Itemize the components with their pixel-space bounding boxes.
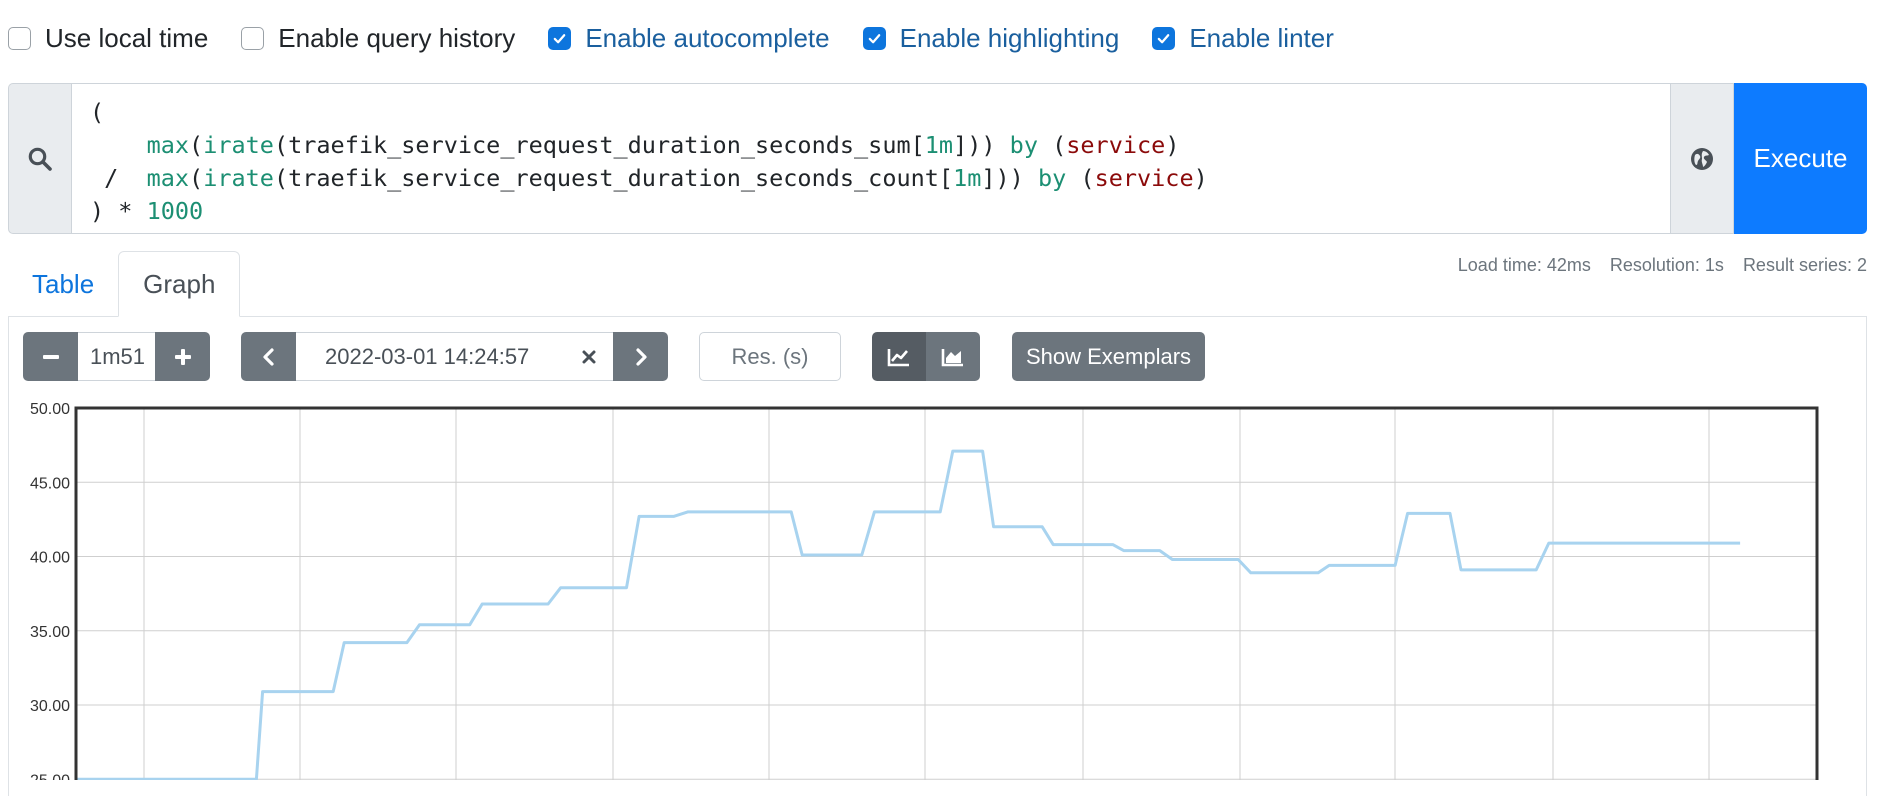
result-tabs: Table Graph [8,251,241,317]
use-local-time-label: Use local time [45,22,209,53]
execute-button[interactable]: Execute [1734,83,1867,234]
query-line-2: max(irate(traefik_service_request_durati… [146,131,1180,159]
enable-autocomplete-label: Enable autocomplete [585,22,830,53]
query-line-3: / max(irate(traefik_service_request_dura… [90,164,1208,192]
search-icon-box [8,83,71,234]
query-bar: ( max(irate(traefik_service_request_dura… [8,83,1867,234]
end-time-input[interactable]: 2022-03-01 14:24:57 [296,332,613,381]
chart-type-group [872,332,980,381]
load-time: Load time: 42ms [1457,255,1591,275]
enable-autocomplete-checkbox[interactable] [548,26,572,50]
enable-linter-checkbox[interactable] [1152,26,1176,50]
end-time-group: 2022-03-01 14:24:57 [241,332,668,381]
show-exemplars-button[interactable]: Show Exemplars [1012,332,1205,381]
tab-graph[interactable]: Graph [118,251,241,317]
graph-panel [8,316,1867,796]
increase-range-button[interactable] [155,332,210,381]
enable-linter-label: Enable linter [1189,22,1334,53]
result-series: Result series: 2 [1742,255,1867,275]
options-bar: Use local time Enable query history Enab… [0,0,1367,76]
query-line-4: ) * 1000 [90,197,204,225]
metrics-explorer-button[interactable] [1671,83,1734,234]
resolution-input[interactable]: Res. (s) [699,332,841,381]
enable-autocomplete-option[interactable]: Enable autocomplete [548,22,830,54]
enable-highlighting-label: Enable highlighting [899,22,1120,53]
range-input[interactable]: 1m51 [78,332,155,381]
enable-linter-option[interactable]: Enable linter [1152,23,1334,54]
checkmark-icon [554,33,566,43]
area-chart-icon [941,348,963,366]
query-stats: Load time: 42ms Resolution: 1s Result se… [1439,255,1867,276]
clear-icon[interactable] [581,349,597,365]
globe-icon [1691,147,1713,170]
query-expression-input[interactable]: ( max(irate(traefik_service_request_dura… [71,83,1671,234]
use-local-time-option[interactable]: Use local time [8,23,208,54]
range-group: 1m51 [23,332,210,381]
tab-table[interactable]: Table [8,251,118,317]
end-time-value: 2022-03-01 14:24:57 [325,343,530,369]
chevron-right-icon [635,347,647,366]
minus-icon [42,354,59,359]
stacked-chart-button[interactable] [926,332,980,381]
checkmark-icon [1158,33,1170,43]
checkmark-icon [868,33,880,43]
decrease-range-button[interactable] [23,332,78,381]
enable-highlighting-option[interactable]: Enable highlighting [862,22,1120,54]
enable-highlighting-checkbox[interactable] [862,26,886,50]
enable-query-history-label: Enable query history [278,22,516,53]
next-time-button[interactable] [613,332,668,381]
resolution: Resolution: 1s [1609,255,1724,275]
enable-query-history-checkbox[interactable] [241,26,265,50]
line-chart-icon [887,348,909,366]
enable-query-history-option[interactable]: Enable query history [241,23,515,54]
use-local-time-checkbox[interactable] [8,26,31,50]
chevron-left-icon [262,347,274,366]
line-chart-button[interactable] [872,332,926,381]
query-line-1: ( [90,98,105,126]
previous-time-button[interactable] [241,332,296,381]
plus-icon [174,348,191,365]
search-icon [28,147,52,171]
